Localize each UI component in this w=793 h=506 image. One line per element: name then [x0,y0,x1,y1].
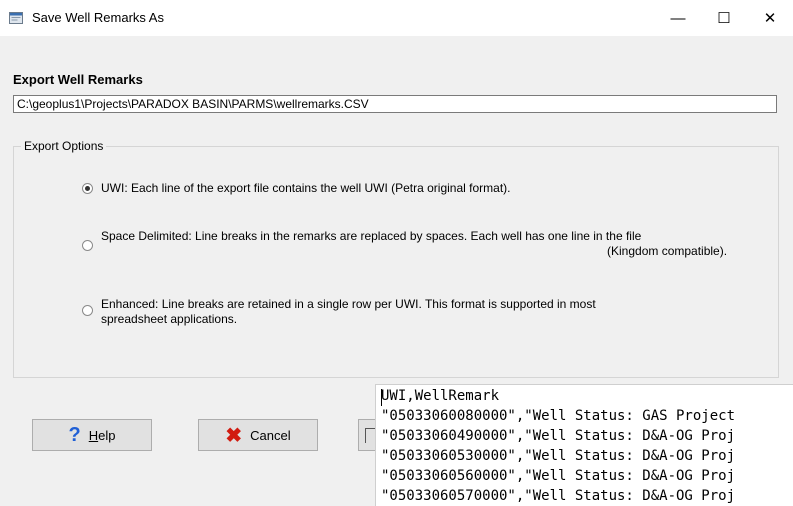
space-delimited-option-label[interactable]: Space Delimited: Line breaks in the rema… [101,229,641,244]
preview-line: "05033060570000","Well Status: D&A-OG Pr… [381,488,736,504]
enhanced-option-label[interactable]: Enhanced: Line breaks are retained in a … [101,297,596,312]
space-delimited-radio[interactable] [82,240,93,251]
cancel-button-label: Cancel [250,427,291,443]
minimize-icon: — [670,9,686,27]
minimize-button[interactable]: — [655,0,701,36]
export-path-input[interactable] [13,95,777,113]
cancel-button[interactable]: ✖ Cancel [198,419,318,451]
maximize-button[interactable]: ☐ [701,0,747,36]
enhanced-option-label-2[interactable]: spreadsheet applications. [101,312,237,327]
enhanced-radio[interactable] [82,305,93,316]
export-section-label: Export Well Remarks [13,72,143,87]
preview-line: "05033060080000","Well Status: GAS Proje… [381,408,736,424]
uwi-option-label[interactable]: UWI: Each line of the export file contai… [101,181,511,196]
window-title: Save Well Remarks As [32,10,164,25]
help-button[interactable]: ? Help [32,419,152,451]
help-button-label: Help [88,427,116,443]
uwi-radio[interactable] [82,183,93,194]
close-icon: ✕ [763,10,777,27]
preview-line: "05033060530000","Well Status: D&A-OG Pr… [381,448,736,464]
title-bar: Save Well Remarks As — ☐ ✕ [0,0,793,36]
csv-preview-panel: UWI,WellRemark "05033060080000","Well St… [375,384,793,506]
space-delimited-option-label-2[interactable]: (Kingdom compatible). [607,244,727,259]
preview-line: "05033060490000","Well Status: D&A-OG Pr… [381,428,736,444]
dialog-window-icon [9,12,23,24]
close-button[interactable]: ✕ [747,0,793,36]
preview-line: UWI,WellRemark [381,388,500,404]
maximize-icon: ☐ [717,10,731,27]
export-options-title: Export Options [21,139,107,153]
x-icon: ✖ [225,424,243,447]
question-icon: ? [68,423,81,446]
preview-line: "05033060560000","Well Status: D&A-OG Pr… [381,468,736,484]
